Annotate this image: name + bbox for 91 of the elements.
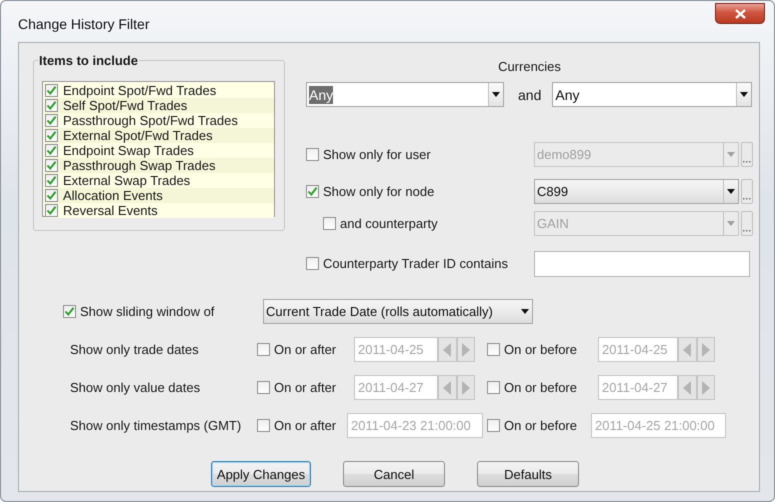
caret-icon	[727, 152, 735, 157]
previous-button[interactable]	[438, 337, 456, 362]
close-button[interactable]	[715, 3, 765, 24]
window-title: Change History Filter	[18, 16, 150, 32]
filter-checkbox-label[interactable]: Counterparty Trader ID contains	[306, 256, 534, 271]
item-label: Passthrough Swap Trades	[63, 158, 216, 173]
caret-icon	[740, 92, 748, 97]
date-option-label: On or before	[504, 342, 577, 357]
date-row-label: Show only value dates	[70, 380, 202, 395]
checkbox[interactable]	[45, 99, 58, 112]
left-arrow-icon	[683, 342, 692, 356]
checkbox[interactable]	[45, 189, 58, 202]
checkbox[interactable]	[45, 114, 58, 127]
ellipsis-icon	[743, 159, 751, 163]
caret-icon	[521, 308, 529, 314]
filter-label: Counterparty Trader ID contains	[323, 256, 508, 271]
item-label: Endpoint Spot/Fwd Trades	[63, 83, 216, 98]
right-arrow-icon	[462, 342, 470, 356]
currencies-label: Currencies	[498, 60, 561, 74]
previous-button[interactable]	[678, 375, 696, 400]
list-item[interactable]: Allocation Events	[45, 188, 274, 203]
ellipsis-icon	[743, 196, 751, 200]
combo-value: GAIN	[537, 216, 570, 231]
date-option-label: On or after	[274, 418, 336, 433]
browse-button[interactable]	[741, 211, 753, 236]
checkbox[interactable]	[63, 304, 76, 318]
left-arrow-icon	[443, 342, 452, 356]
caret-icon	[727, 189, 735, 194]
item-label: External Swap Trades	[63, 173, 190, 188]
checkbox[interactable]	[45, 84, 58, 97]
item-label: Endpoint Swap Trades	[63, 143, 194, 158]
list-item[interactable]: Reversal Events	[45, 203, 274, 218]
right-arrow-icon	[462, 380, 470, 394]
item-label: Reversal Events	[63, 203, 158, 218]
date-option-label: On or before	[504, 418, 577, 433]
left-arrow-icon	[443, 380, 452, 394]
dialog-button[interactable]: Apply Changes	[211, 461, 311, 487]
next-button[interactable]	[456, 337, 475, 362]
left-arrow-icon	[683, 380, 692, 394]
close-icon	[734, 8, 746, 18]
checkbox[interactable]	[45, 144, 58, 157]
previous-button[interactable]	[438, 375, 456, 400]
ellipsis-icon	[743, 228, 751, 232]
list-item[interactable]: External Spot/Fwd Trades	[45, 128, 274, 143]
date-row-label: Show only trade dates	[70, 342, 200, 357]
combo-value: Any	[309, 86, 334, 104]
browse-button[interactable]	[741, 179, 753, 204]
filter-label: Show only for node	[323, 184, 434, 199]
filter-checkbox-label[interactable]: Show only for node	[306, 184, 534, 199]
previous-button[interactable]	[678, 337, 696, 362]
combo-value: demo899	[537, 147, 592, 162]
currency-combo[interactable]: Any	[552, 82, 752, 107]
date-row-label: Show only timestamps (GMT)	[70, 418, 242, 433]
item-label: External Spot/Fwd Trades	[63, 128, 213, 143]
caret-icon	[727, 221, 735, 226]
right-arrow-icon	[702, 342, 710, 356]
right-arrow-icon	[702, 380, 710, 394]
caret-icon	[492, 92, 500, 97]
dialog-button[interactable]: Defaults	[477, 461, 579, 487]
and-label: and	[518, 86, 542, 102]
next-button[interactable]	[696, 337, 715, 362]
checkbox[interactable]	[45, 129, 58, 142]
currency-combo[interactable]: Any	[306, 82, 504, 107]
checkbox[interactable]	[45, 204, 58, 217]
trader-id-field[interactable]	[534, 250, 750, 276]
combo-value: C899	[537, 184, 570, 199]
combo-value: Any	[555, 86, 580, 104]
browse-button[interactable]	[741, 142, 753, 167]
checkbox[interactable]	[45, 174, 58, 187]
item-label: Allocation Events	[63, 188, 163, 203]
item-label: Passthrough Spot/Fwd Trades	[63, 113, 238, 128]
checkbox[interactable]	[45, 159, 58, 172]
next-button[interactable]	[696, 375, 715, 400]
date-option-label: On or after	[274, 380, 336, 395]
sliding-window-label: Show sliding window of	[80, 304, 214, 318]
next-button[interactable]	[456, 375, 475, 400]
list-item[interactable]: Passthrough Swap Trades	[45, 158, 274, 173]
dialog-button[interactable]: Cancel	[343, 461, 445, 487]
sliding-window-checkbox-label[interactable]: Show sliding window of	[63, 304, 263, 318]
checkbox[interactable]	[306, 185, 319, 198]
date-option-label: On or after	[274, 342, 336, 357]
checkbox[interactable]	[306, 257, 319, 270]
filter-combo[interactable]: C899	[534, 179, 739, 204]
item-label: Self Spot/Fwd Trades	[63, 98, 188, 113]
combo-value: Current Trade Date (rolls automatically)	[266, 304, 494, 318]
filter-label: and counterparty	[340, 216, 438, 231]
group-title: Items to include	[38, 54, 139, 68]
filter-label: Show only for user	[323, 147, 431, 162]
list-item[interactable]: Self Spot/Fwd Trades	[45, 98, 274, 113]
sliding-window-combo[interactable]: Current Trade Date (rolls automatically)	[263, 298, 533, 324]
date-option-label: On or before	[504, 380, 577, 395]
